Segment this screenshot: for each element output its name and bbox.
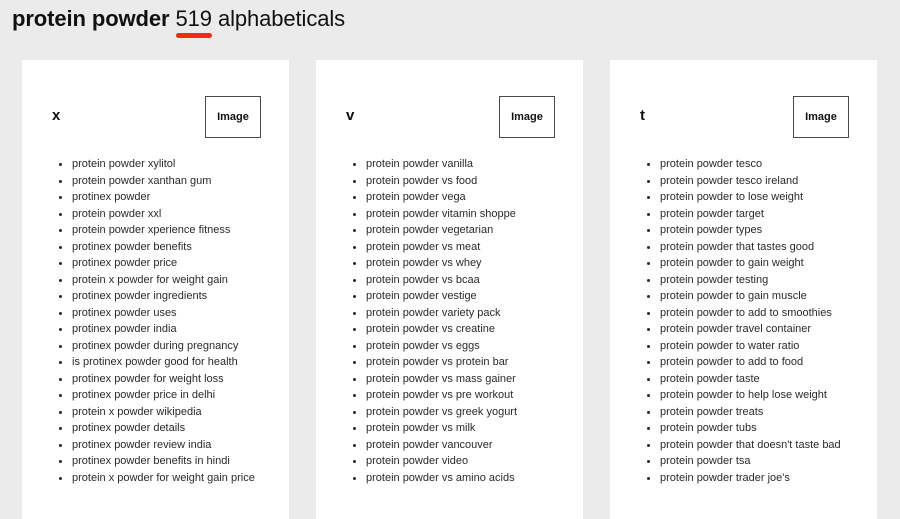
list-item[interactable]: protein powder vitamin shoppe: [346, 206, 559, 223]
list-item[interactable]: protinex powder india: [52, 321, 265, 338]
page-root: protein powder 519 alphabeticals x Image…: [0, 0, 900, 519]
card-letter-heading: x: [52, 108, 60, 124]
list-item[interactable]: protein powder vs food: [346, 173, 559, 190]
list-item[interactable]: protein powder vancouver: [346, 437, 559, 454]
list-item[interactable]: protinex powder details: [52, 420, 265, 437]
list-item[interactable]: protein powder taste: [640, 371, 853, 388]
page-title-suffix: alphabeticals: [218, 6, 345, 31]
list-item[interactable]: protinex powder during pregnancy: [52, 338, 265, 355]
page-header: protein powder 519 alphabeticals: [0, 0, 900, 60]
list-item[interactable]: protein powder that doesn't taste bad: [640, 437, 853, 454]
list-item[interactable]: protinex powder ingredients: [52, 288, 265, 305]
list-item[interactable]: protein x powder for weight gain price: [52, 470, 265, 487]
image-placeholder-label: Image: [217, 111, 249, 123]
list-item[interactable]: protein powder travel container: [640, 321, 853, 338]
card-header: x Image: [52, 90, 265, 148]
list-item[interactable]: protein powder vs bcaa: [346, 272, 559, 289]
list-item[interactable]: protein powder vs protein bar: [346, 354, 559, 371]
list-item[interactable]: protinex powder uses: [52, 305, 265, 322]
list-item[interactable]: protein x powder for weight gain: [52, 272, 265, 289]
list-item[interactable]: protein powder vs greek yogurt: [346, 404, 559, 421]
list-item[interactable]: protein powder to gain weight: [640, 255, 853, 272]
list-item[interactable]: protein powder video: [346, 453, 559, 470]
alphabetical-card: v Image protein powder vanilla protein p…: [316, 60, 583, 519]
alphabetical-cards-row: x Image protein powder xylitol protein p…: [22, 60, 878, 519]
list-item[interactable]: protinex powder review india: [52, 437, 265, 454]
list-item[interactable]: protein powder to add to food: [640, 354, 853, 371]
list-item[interactable]: protein powder vs creatine: [346, 321, 559, 338]
list-item[interactable]: protinex powder benefits: [52, 239, 265, 256]
list-item[interactable]: protein powder vs mass gainer: [346, 371, 559, 388]
list-item[interactable]: protein powder xylitol: [52, 156, 265, 173]
page-title: protein powder 519 alphabeticals: [12, 4, 345, 34]
list-item[interactable]: protein powder testing: [640, 272, 853, 289]
list-item[interactable]: protein powder vega: [346, 189, 559, 206]
list-item[interactable]: protein powder tesco ireland: [640, 173, 853, 190]
list-item[interactable]: protein powder treats: [640, 404, 853, 421]
list-item[interactable]: protein powder vegetarian: [346, 222, 559, 239]
image-placeholder-label: Image: [805, 111, 837, 123]
term-list: protein powder vanilla protein powder vs…: [346, 156, 559, 486]
list-item[interactable]: protein powder vs pre workout: [346, 387, 559, 404]
list-item[interactable]: protein powder trader joe's: [640, 470, 853, 487]
list-item[interactable]: protein powder xxl: [52, 206, 265, 223]
alphabetical-card: x Image protein powder xylitol protein p…: [22, 60, 289, 519]
list-item[interactable]: protein powder vs milk: [346, 420, 559, 437]
list-item[interactable]: protein powder variety pack: [346, 305, 559, 322]
list-item[interactable]: protein powder to add to smoothies: [640, 305, 853, 322]
list-item[interactable]: protein powder that tastes good: [640, 239, 853, 256]
list-item[interactable]: protein powder to gain muscle: [640, 288, 853, 305]
list-item[interactable]: protein powder vs meat: [346, 239, 559, 256]
list-item[interactable]: protein x powder wikipedia: [52, 404, 265, 421]
list-item[interactable]: protein powder tsa: [640, 453, 853, 470]
list-item[interactable]: protinex powder price: [52, 255, 265, 272]
count-underline-accent: [176, 33, 212, 38]
list-item[interactable]: protein powder to lose weight: [640, 189, 853, 206]
list-item[interactable]: protein powder vs amino acids: [346, 470, 559, 487]
page-title-count: 519: [176, 4, 212, 34]
term-list: protein powder xylitol protein powder xa…: [52, 156, 265, 486]
page-title-keyword: protein powder: [12, 6, 170, 31]
image-placeholder-box: Image: [793, 96, 849, 138]
list-item[interactable]: protein powder types: [640, 222, 853, 239]
list-item[interactable]: protein powder target: [640, 206, 853, 223]
list-item[interactable]: protein powder to water ratio: [640, 338, 853, 355]
list-item[interactable]: protein powder vanilla: [346, 156, 559, 173]
image-placeholder-box: Image: [205, 96, 261, 138]
image-placeholder-label: Image: [511, 111, 543, 123]
list-item[interactable]: protein powder xperience fitness: [52, 222, 265, 239]
card-letter-heading: t: [640, 108, 645, 124]
image-placeholder-box: Image: [499, 96, 555, 138]
list-item[interactable]: protinex powder benefits in hindi: [52, 453, 265, 470]
list-item[interactable]: protein powder tesco: [640, 156, 853, 173]
list-item[interactable]: protein powder to help lose weight: [640, 387, 853, 404]
alphabetical-card: t Image protein powder tesco protein pow…: [610, 60, 877, 519]
list-item[interactable]: protinex powder for weight loss: [52, 371, 265, 388]
list-item[interactable]: is protinex powder good for health: [52, 354, 265, 371]
list-item[interactable]: protein powder xanthan gum: [52, 173, 265, 190]
list-item[interactable]: protein powder tubs: [640, 420, 853, 437]
card-header: v Image: [346, 90, 559, 148]
list-item[interactable]: protein powder vs eggs: [346, 338, 559, 355]
list-item[interactable]: protinex powder price in delhi: [52, 387, 265, 404]
term-list: protein powder tesco protein powder tesc…: [640, 156, 853, 486]
list-item[interactable]: protinex powder: [52, 189, 265, 206]
card-letter-heading: v: [346, 108, 354, 124]
page-title-count-value: 519: [176, 6, 212, 31]
list-item[interactable]: protein powder vestige: [346, 288, 559, 305]
list-item[interactable]: protein powder vs whey: [346, 255, 559, 272]
card-header: t Image: [640, 90, 853, 148]
